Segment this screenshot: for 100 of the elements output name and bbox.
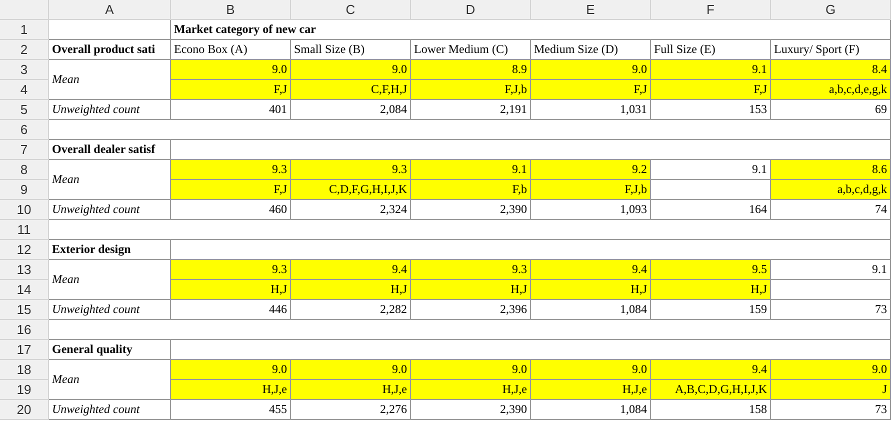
row-header[interactable]: 13 <box>0 260 49 280</box>
row-header[interactable]: 2 <box>0 40 49 60</box>
row-label: Unweighted count <box>49 400 171 420</box>
table-cell: C,F,H,J <box>291 80 411 100</box>
row-header[interactable]: 19 <box>0 380 49 400</box>
row-header[interactable]: 18 <box>0 360 49 380</box>
table-cell: 1,093 <box>531 200 651 220</box>
row-label: Unweighted count <box>49 200 171 220</box>
table-cell: H,J <box>171 280 291 300</box>
table-cell: H,J,e <box>411 380 531 400</box>
table-cell: 2,390 <box>411 400 531 420</box>
table-cell: 9.0 <box>171 360 291 380</box>
table-cell: 9.0 <box>531 360 651 380</box>
table-cell: 164 <box>651 200 771 220</box>
row-header[interactable]: 12 <box>0 240 49 260</box>
table-cell: 153 <box>651 100 771 120</box>
table-cell: 1,031 <box>531 100 651 120</box>
column-header[interactable]: D <box>411 0 531 20</box>
row-header[interactable]: 20 <box>0 400 49 420</box>
table-cell: 2,390 <box>411 200 531 220</box>
row-header[interactable]: 7 <box>0 140 49 160</box>
table-cell: 9.3 <box>291 160 411 180</box>
table-cell: 69 <box>771 100 891 120</box>
table-cell: F,J <box>531 80 651 100</box>
row-header[interactable]: 14 <box>0 280 49 300</box>
table-cell: H,J,e <box>531 380 651 400</box>
table-cell: H,J <box>411 280 531 300</box>
table-cell: 9.4 <box>531 260 651 280</box>
column-header[interactable]: F <box>651 0 771 20</box>
table-cell: F,J,b <box>531 180 651 200</box>
table-cell: 9.5 <box>651 260 771 280</box>
column-header[interactable]: B <box>171 0 291 20</box>
table-cell: 9.2 <box>531 160 651 180</box>
category-header: Econo Box (A) <box>171 40 291 60</box>
row-label: Mean <box>49 260 171 300</box>
table-cell: 74 <box>771 200 891 220</box>
section-title: Overall dealer satisf <box>49 140 171 160</box>
table-cell: F,J <box>171 180 291 200</box>
table-cell: 8.6 <box>771 160 891 180</box>
table-cell: 9.0 <box>291 60 411 80</box>
column-header[interactable]: A <box>49 0 171 20</box>
table-cell: 2,191 <box>411 100 531 120</box>
row-header[interactable]: 16 <box>0 320 49 340</box>
table-cell: 9.3 <box>411 260 531 280</box>
table-cell: 446 <box>171 300 291 320</box>
table-cell: F,J <box>171 80 291 100</box>
table-cell: 460 <box>171 200 291 220</box>
table-cell: F,J <box>651 80 771 100</box>
row-header[interactable]: 3 <box>0 60 49 80</box>
table-cell: 8.9 <box>411 60 531 80</box>
table-cell: 9.1 <box>651 160 771 180</box>
row-label: Mean <box>49 160 171 200</box>
table-cell: 1,084 <box>531 300 651 320</box>
row-header[interactable]: 5 <box>0 100 49 120</box>
row-label: Mean <box>49 60 171 100</box>
row-header[interactable]: 15 <box>0 300 49 320</box>
table-cell: J <box>771 380 891 400</box>
table-cell: 2,396 <box>411 300 531 320</box>
row-header[interactable]: 4 <box>0 80 49 100</box>
row-header[interactable]: 17 <box>0 340 49 360</box>
table-cell: 73 <box>771 300 891 320</box>
table-cell: 455 <box>171 400 291 420</box>
row-label: Unweighted count <box>49 300 171 320</box>
column-header[interactable]: G <box>771 0 891 20</box>
table-cell: 9.1 <box>651 60 771 80</box>
category-header: Medium Size (D) <box>531 40 651 60</box>
column-header[interactable]: C <box>291 0 411 20</box>
table-cell: 9.4 <box>291 260 411 280</box>
row-header[interactable]: 11 <box>0 220 49 240</box>
row-header[interactable]: 9 <box>0 180 49 200</box>
table-cell: 9.4 <box>651 360 771 380</box>
table-cell: 9.3 <box>171 160 291 180</box>
table-cell: 2,282 <box>291 300 411 320</box>
table-cell: 2,276 <box>291 400 411 420</box>
category-header: Full Size (E) <box>651 40 771 60</box>
row-header[interactable]: 10 <box>0 200 49 220</box>
table-cell: H,J <box>651 280 771 300</box>
table-cell: A,B,C,D,G,H,I,J,K <box>651 380 771 400</box>
table-cell: 2,084 <box>291 100 411 120</box>
table-cell: F,J,b <box>411 80 531 100</box>
table-cell: 9.0 <box>531 60 651 80</box>
row-header[interactable]: 8 <box>0 160 49 180</box>
table-cell: a,b,c,d,g,k <box>771 180 891 200</box>
row-label: Unweighted count <box>49 100 171 120</box>
table-cell: 9.3 <box>171 260 291 280</box>
table-cell: H,J <box>531 280 651 300</box>
table-cell: 9.0 <box>171 60 291 80</box>
column-header[interactable]: E <box>531 0 651 20</box>
select-all-corner[interactable] <box>0 0 49 20</box>
table-cell: 9.0 <box>771 360 891 380</box>
table-cell: C,D,F,G,H,I,J,K <box>291 180 411 200</box>
table-title: Market category of new car <box>171 20 891 40</box>
table-cell: 1,084 <box>531 400 651 420</box>
section-title: General quality <box>49 340 171 360</box>
table-cell: H,J,e <box>171 380 291 400</box>
table-cell: 9.1 <box>411 160 531 180</box>
category-header: Luxury/ Sport (F) <box>771 40 891 60</box>
row-header[interactable]: 6 <box>0 120 49 140</box>
table-cell: 9.1 <box>771 260 891 280</box>
row-header[interactable]: 1 <box>0 20 49 40</box>
